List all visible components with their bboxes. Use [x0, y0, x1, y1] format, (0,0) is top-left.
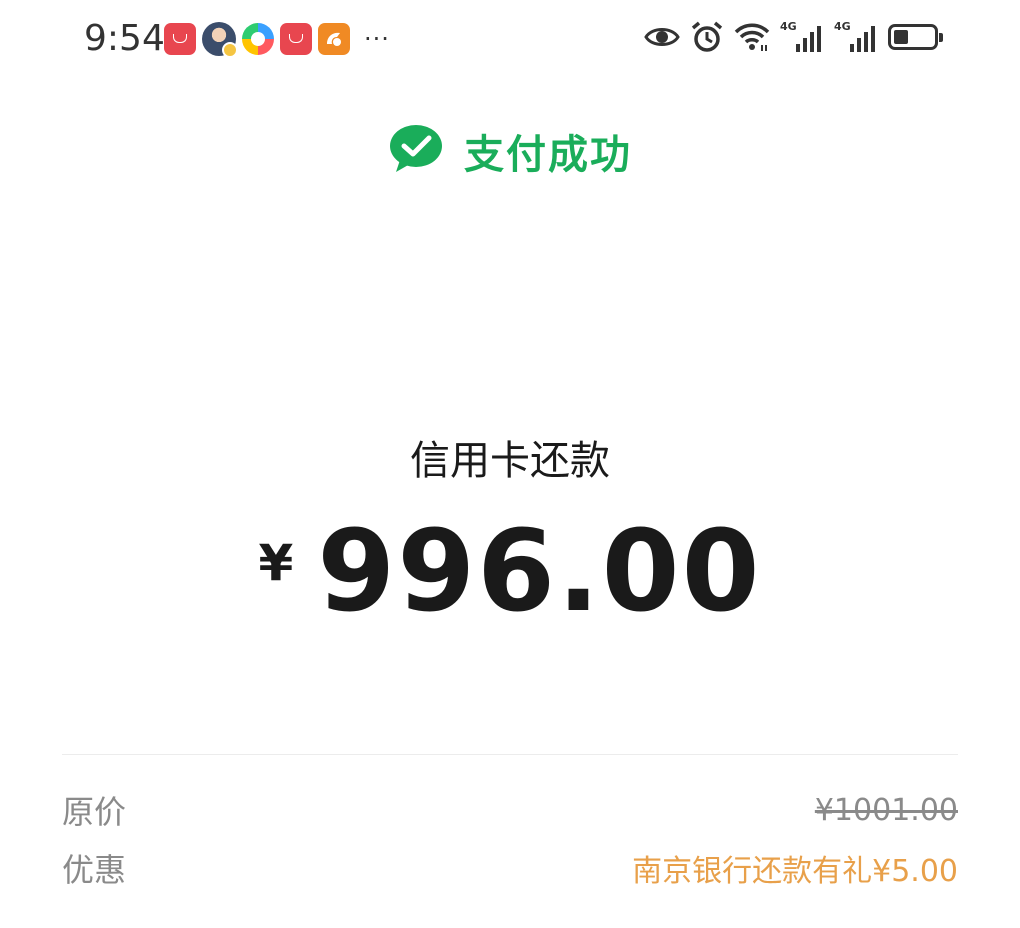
wifi-icon — [734, 21, 770, 53]
discount-row: 优惠 南京银行还款有礼¥5.00 — [62, 846, 958, 890]
status-bar: 9:54 ··· 4G 4G — [0, 0, 1020, 78]
divider — [62, 754, 958, 755]
payment-amount: ¥ 996.00 — [0, 512, 1020, 632]
huawei-appgallery-icon — [164, 23, 196, 55]
swirl-app-icon — [242, 23, 274, 55]
original-price-row: 原价 ¥1001.00 — [62, 788, 958, 832]
system-icons: 4G 4G — [644, 20, 943, 54]
huawei-appgallery-icon — [280, 23, 312, 55]
network-type-label: 4G — [780, 20, 797, 33]
battery-level — [894, 30, 908, 44]
orange-app-icon — [318, 23, 350, 55]
payment-status-text: 支付成功 — [464, 132, 632, 178]
currency-symbol: ¥ — [258, 534, 294, 592]
signal-icon: 4G — [780, 20, 824, 54]
status-time: 9:54 — [84, 18, 165, 59]
original-price-value: ¥1001.00 — [814, 792, 958, 828]
discount-label: 优惠 — [62, 851, 127, 889]
battery-icon — [888, 24, 943, 50]
alarm-icon — [690, 20, 724, 54]
payment-success-header: 支付成功 — [0, 122, 1020, 180]
network-type-label: 4G — [834, 20, 851, 33]
more-notifications-icon: ··· — [364, 25, 390, 53]
original-price-label: 原价 — [62, 793, 127, 831]
payee-name: 信用卡还款 — [410, 438, 610, 484]
avatar-icon — [202, 22, 238, 58]
eye-icon — [644, 24, 680, 50]
notification-icons: ··· — [164, 22, 390, 58]
discount-value[interactable]: 南京银行还款有礼¥5.00 — [632, 846, 958, 890]
wechat-pay-icon — [388, 124, 444, 178]
signal-icon: 4G — [834, 20, 878, 54]
amount-value: 996.00 — [317, 507, 762, 637]
